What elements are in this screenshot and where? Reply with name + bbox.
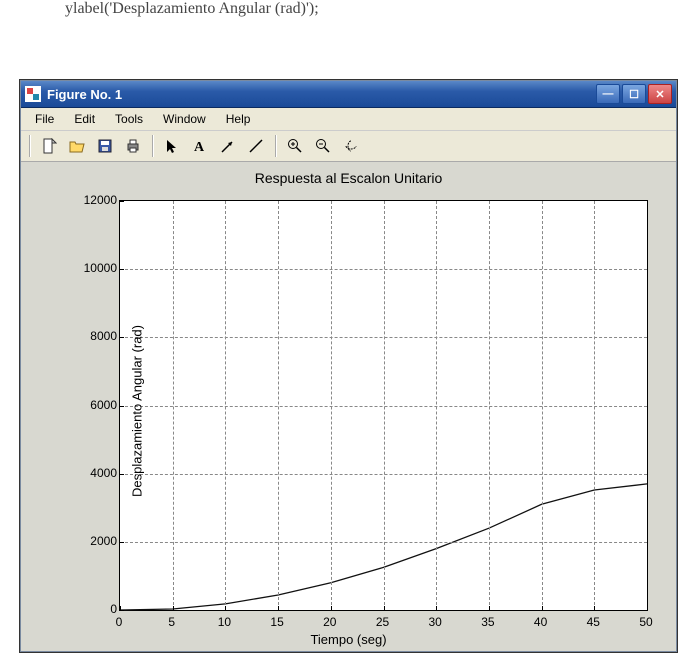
code-snippet: ylabel('Desplazamiento Angular (rad)');	[65, 0, 319, 18]
x-tick-mark	[489, 606, 490, 611]
grid-line-horizontal	[120, 474, 647, 475]
x-tick-label: 40	[534, 615, 547, 629]
line-tool-button[interactable]	[243, 134, 269, 158]
y-tick-label: 0	[79, 602, 117, 616]
x-tick-mark	[331, 606, 332, 611]
window-title: Figure No. 1	[47, 87, 596, 102]
y-tick-mark	[119, 269, 124, 270]
minimize-button[interactable]: —	[596, 84, 620, 104]
toolbar: A	[21, 131, 676, 162]
toolbar-separator	[275, 135, 276, 157]
rotate-3d-icon	[343, 138, 359, 154]
open-button[interactable]	[64, 134, 90, 158]
menu-edit[interactable]: Edit	[64, 110, 105, 128]
text-tool-button[interactable]: A	[187, 134, 213, 158]
arrow-tool-button[interactable]	[215, 134, 241, 158]
x-tick-label: 45	[587, 615, 600, 629]
open-folder-icon	[69, 138, 85, 154]
y-tick-mark	[119, 406, 124, 407]
menu-file[interactable]: File	[25, 110, 64, 128]
y-tick-mark	[119, 201, 124, 202]
titlebar[interactable]: Figure No. 1 — ☐ ✕	[21, 81, 676, 108]
x-tick-label: 30	[429, 615, 442, 629]
grid-line-horizontal	[120, 269, 647, 270]
x-tick-label: 50	[639, 615, 652, 629]
print-icon	[125, 138, 141, 154]
rotate-3d-button[interactable]	[338, 134, 364, 158]
save-disk-icon	[97, 138, 113, 154]
y-axis-label: Desplazamiento Angular (rad)	[129, 325, 144, 497]
y-tick-label: 6000	[79, 398, 117, 412]
y-tick-mark	[119, 474, 124, 475]
svg-text:A: A	[194, 140, 205, 154]
grid-line-horizontal	[120, 542, 647, 543]
save-button[interactable]	[92, 134, 118, 158]
text-A-icon: A	[192, 138, 208, 154]
x-tick-mark	[594, 606, 595, 611]
toolbar-separator	[152, 135, 153, 157]
y-tick-label: 2000	[79, 534, 117, 548]
y-tick-label: 12000	[79, 193, 117, 207]
x-tick-label: 10	[218, 615, 231, 629]
arrow-icon	[220, 138, 236, 154]
menu-tools[interactable]: Tools	[105, 110, 153, 128]
x-tick-label: 25	[376, 615, 389, 629]
grid-line-horizontal	[120, 337, 647, 338]
x-tick-label: 0	[116, 615, 123, 629]
figure-window: Figure No. 1 — ☐ ✕ File Edit Tools Windo…	[20, 80, 677, 652]
x-tick-label: 15	[270, 615, 283, 629]
y-tick-mark	[119, 337, 124, 338]
x-tick-mark	[173, 606, 174, 611]
maximize-button[interactable]: ☐	[622, 84, 646, 104]
line-icon	[248, 138, 264, 154]
print-button[interactable]	[120, 134, 146, 158]
pointer-icon	[164, 138, 180, 154]
zoom-in-icon	[287, 138, 303, 154]
x-tick-label: 20	[323, 615, 336, 629]
x-tick-mark	[436, 606, 437, 611]
x-tick-mark	[278, 606, 279, 611]
x-tick-mark	[647, 606, 648, 611]
y-tick-label: 10000	[79, 261, 117, 275]
close-button[interactable]: ✕	[648, 84, 672, 104]
pointer-button[interactable]	[159, 134, 185, 158]
x-tick-mark	[384, 606, 385, 611]
new-file-icon	[41, 138, 57, 154]
y-tick-label: 8000	[79, 329, 117, 343]
toolbar-separator	[29, 135, 30, 157]
y-tick-mark	[119, 542, 124, 543]
matlab-figure-icon	[25, 86, 41, 102]
grid-line-horizontal	[120, 406, 647, 407]
chart-title: Respuesta al Escalon Unitario	[29, 170, 668, 190]
menu-window[interactable]: Window	[153, 110, 216, 128]
x-tick-mark	[225, 606, 226, 611]
zoom-out-button[interactable]	[310, 134, 336, 158]
x-axis-label: Tiempo (seg)	[29, 632, 668, 647]
y-tick-mark	[119, 610, 124, 611]
zoom-in-button[interactable]	[282, 134, 308, 158]
axes-box[interactable]	[119, 200, 648, 611]
y-tick-label: 4000	[79, 466, 117, 480]
menu-help[interactable]: Help	[216, 110, 261, 128]
menu-bar: File Edit Tools Window Help	[21, 108, 676, 131]
new-file-button[interactable]	[36, 134, 62, 158]
zoom-out-icon	[315, 138, 331, 154]
x-tick-label: 5	[168, 615, 175, 629]
x-tick-label: 35	[481, 615, 494, 629]
x-tick-mark	[542, 606, 543, 611]
plot-area: Respuesta al Escalon Unitario Desplazami…	[21, 162, 676, 651]
